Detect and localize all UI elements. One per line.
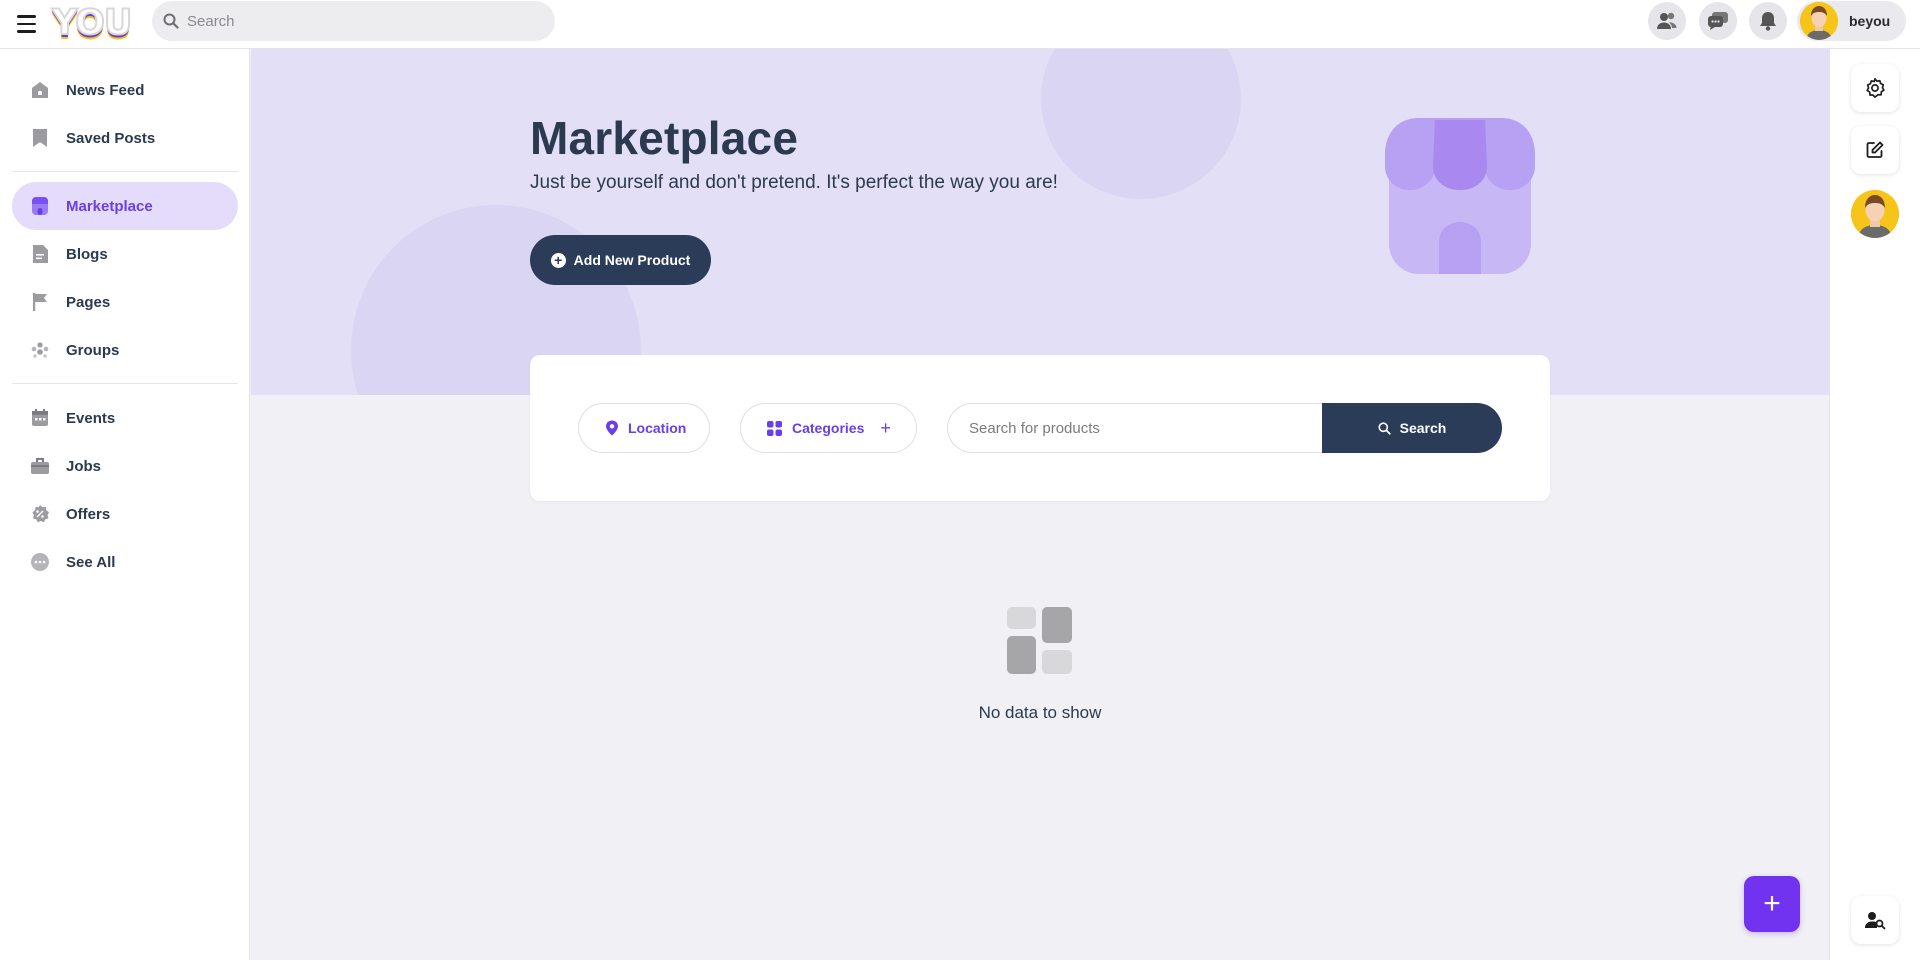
sidebar-item-blogs[interactable]: Blogs — [12, 230, 238, 278]
edit-icon — [1866, 141, 1884, 158]
add-new-product-label: Add New Product — [573, 252, 691, 268]
sidebar-item-label: Events — [66, 409, 116, 427]
profile-avatar[interactable] — [1851, 190, 1899, 238]
app-logo[interactable]: YOU — [51, 2, 133, 44]
bell-icon — [1760, 12, 1776, 31]
product-search-input[interactable] — [969, 419, 1299, 437]
sidebar-divider — [12, 383, 238, 384]
sidebar-item-marketplace[interactable]: Marketplace — [12, 182, 238, 230]
sidebar-item-news-feed[interactable]: News Feed — [12, 66, 238, 114]
marketplace-hero — [251, 49, 1829, 395]
plus-icon: + — [880, 417, 891, 438]
page-subtitle: Just be yourself and don't pretend. It's… — [530, 172, 1058, 193]
sidebar-item-label: News Feed — [66, 81, 145, 99]
document-icon — [29, 243, 51, 265]
sidebar-item-see-all[interactable]: See All — [12, 538, 238, 586]
plus-circle-icon: + — [550, 252, 566, 268]
store-illustration-icon — [1385, 118, 1535, 274]
sidebar-item-events[interactable]: Events — [12, 394, 238, 442]
categories-filter-label: Categories — [792, 420, 865, 436]
create-fab-button[interactable]: + — [1744, 876, 1800, 932]
sidebar-divider — [12, 171, 238, 172]
house-icon — [29, 79, 51, 101]
search-button[interactable]: Search — [1322, 403, 1502, 453]
sidebar-item-label: Groups — [66, 341, 120, 359]
user-profile-chip[interactable]: beyou — [1797, 1, 1906, 41]
page-title: Marketplace — [530, 112, 799, 164]
briefcase-icon — [29, 455, 51, 477]
global-search-input[interactable] — [187, 12, 527, 30]
left-sidebar: News Feed Saved Posts Marketplace Blogs … — [0, 49, 250, 960]
grid-icon — [767, 420, 782, 436]
add-new-product-button[interactable]: + Add New Product — [530, 235, 711, 285]
user-search-icon — [1865, 912, 1886, 930]
sidebar-item-label: Pages — [66, 293, 111, 311]
notifications-button[interactable] — [1749, 2, 1787, 40]
sidebar-item-label: Marketplace — [66, 197, 153, 215]
right-rail — [1829, 49, 1920, 960]
search-icon — [1378, 421, 1391, 435]
empty-state-message: No data to show — [978, 703, 1102, 722]
compose-button[interactable] — [1851, 126, 1899, 174]
empty-state-icon — [1007, 607, 1072, 674]
global-search — [152, 1, 555, 41]
group-icon — [29, 339, 51, 361]
categories-filter[interactable]: Categories + — [740, 403, 917, 453]
avatar — [1800, 2, 1838, 40]
sidebar-item-saved-posts[interactable]: Saved Posts — [12, 114, 238, 162]
settings-button[interactable] — [1851, 64, 1899, 112]
gear-icon — [1866, 78, 1885, 98]
sidebar-item-offers[interactable]: Offers — [12, 490, 238, 538]
sidebar-item-label: See All — [66, 553, 116, 571]
sidebar-item-groups[interactable]: Groups — [12, 326, 238, 374]
offer-badge-icon — [29, 503, 51, 525]
messages-icon — [1708, 12, 1728, 30]
search-button-label: Search — [1399, 420, 1447, 436]
menu-icon[interactable] — [15, 12, 39, 36]
flag-icon — [29, 291, 51, 313]
find-people-button[interactable] — [1851, 896, 1899, 944]
location-filter[interactable]: Location — [578, 403, 710, 453]
sidebar-item-label: Jobs — [66, 457, 102, 475]
friends-icon — [1657, 12, 1677, 29]
friends-button[interactable] — [1648, 2, 1686, 40]
calendar-icon — [29, 407, 51, 429]
plus-icon: + — [1763, 887, 1781, 920]
sidebar-item-label: Blogs — [66, 245, 108, 263]
sidebar-item-label: Saved Posts — [66, 129, 156, 147]
decor-circle — [1041, 49, 1241, 199]
store-icon — [29, 195, 51, 217]
messages-button[interactable] — [1699, 2, 1737, 40]
location-pin-icon — [606, 420, 618, 436]
bookmark-icon — [29, 127, 51, 149]
top-header: YOU beyou — [0, 0, 1920, 49]
product-filter-card: Location Categories + Search — [530, 355, 1550, 501]
sidebar-item-jobs[interactable]: Jobs — [12, 442, 238, 490]
username: beyou — [1849, 13, 1891, 29]
sidebar-item-label: Offers — [66, 505, 111, 523]
location-filter-label: Location — [628, 420, 687, 436]
search-icon — [163, 13, 179, 29]
more-icon — [29, 551, 51, 573]
sidebar-item-pages[interactable]: Pages — [12, 278, 238, 326]
product-search-field — [947, 403, 1325, 453]
